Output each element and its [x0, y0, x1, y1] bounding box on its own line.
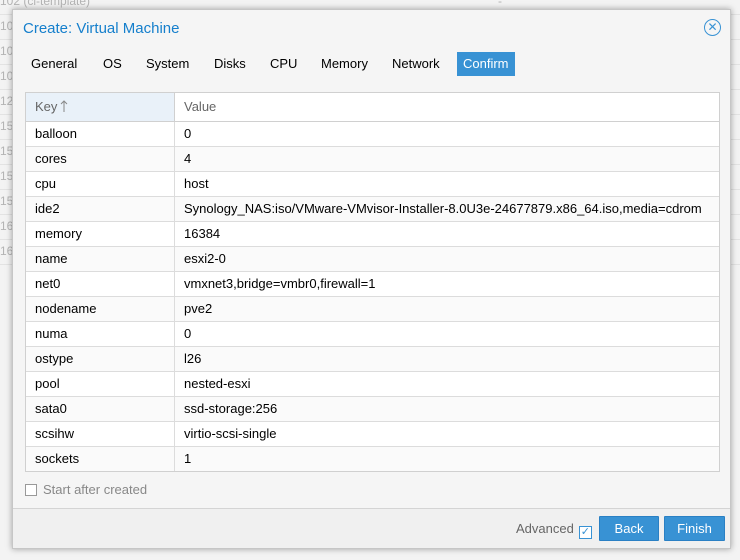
table-row[interactable]: ostype l26 [26, 347, 719, 372]
table-row[interactable]: sockets 1 [26, 447, 719, 471]
summary-grid: Key Value balloon 0 cores 4 cpu host ide2 Synol… [25, 92, 720, 472]
row-key: net0 [26, 272, 175, 296]
background-row-label: 102 (ci-template) [0, 0, 91, 8]
tab-cpu[interactable]: CPU [264, 52, 303, 76]
row-key: sata0 [26, 397, 175, 421]
row-key: memory [26, 222, 175, 246]
tab-disks[interactable]: Disks [208, 52, 252, 76]
advanced-label: Advanced [516, 521, 574, 536]
row-key: scsihw [26, 422, 175, 446]
row-value: l26 [184, 351, 202, 366]
finish-button[interactable]: Finish [664, 516, 725, 541]
table-row[interactable]: balloon 0 [26, 122, 719, 147]
column-header-key-label: Key [35, 99, 58, 114]
row-value: 16384 [184, 226, 221, 241]
row-key: name [26, 247, 175, 271]
row-value: vmxnet3,bridge=vmbr0,firewall=1 [184, 276, 376, 291]
row-key: ide2 [26, 197, 175, 221]
table-row[interactable]: pool nested-esxi [26, 372, 719, 397]
row-key: numa [26, 322, 175, 346]
table-row[interactable]: net0 vmxnet3,bridge=vmbr0,firewall=1 [26, 272, 719, 297]
row-value: esxi2-0 [184, 251, 226, 266]
dialog-footer: Advanced ✓ Back Finish [13, 508, 730, 548]
tab-os[interactable]: OS [97, 52, 128, 76]
row-key: ostype [26, 347, 175, 371]
tab-general[interactable]: General [25, 52, 83, 76]
checkbox-box[interactable] [25, 484, 37, 496]
table-row[interactable]: numa 0 [26, 322, 719, 347]
table-row[interactable]: sata0 ssd-storage:256 [26, 397, 719, 422]
table-row[interactable]: ide2 Synology_NAS:iso/VMware-VMvisor-Inst… [26, 197, 719, 222]
row-key: balloon [26, 122, 175, 146]
grid-rows: balloon 0 cores 4 cpu host ide2 Synology_NAS:is… [26, 122, 719, 471]
column-header-key[interactable]: Key [26, 93, 175, 121]
create-vm-dialog: Create: Virtual Machine ✕ General OS Syste… [12, 9, 731, 549]
row-value: pve2 [184, 301, 213, 316]
table-row[interactable]: memory 16384 [26, 222, 719, 247]
start-after-created-checkbox[interactable]: Start after created [25, 482, 147, 500]
tab-network[interactable]: Network [386, 52, 446, 76]
row-key: pool [26, 372, 175, 396]
row-value: ssd-storage:256 [184, 401, 278, 416]
row-key: nodename [26, 297, 175, 321]
row-value: Synology_NAS:iso/VMware-VMvisor-Installe… [184, 201, 702, 216]
arrow-up-icon [61, 100, 68, 112]
grid-header: Key Value [26, 93, 719, 122]
advanced-toggle[interactable]: Advanced ✓ [516, 521, 592, 539]
column-header-value[interactable]: Value [175, 93, 719, 121]
table-row[interactable]: scsihw virtio-scsi-single [26, 422, 719, 447]
grid-divider [719, 93, 720, 472]
table-row[interactable]: cpu host [26, 172, 719, 197]
tab-memory[interactable]: Memory [315, 52, 374, 76]
back-button[interactable]: Back [599, 516, 659, 541]
checkmark-icon[interactable]: ✓ [578, 526, 592, 539]
row-value: 1 [184, 451, 192, 466]
row-value: host [184, 176, 209, 191]
start-after-created-label: Start after created [43, 482, 148, 497]
table-row[interactable]: cores 4 [26, 147, 719, 172]
row-key: cores [26, 147, 175, 171]
row-key: sockets [26, 447, 175, 471]
row-value: 4 [184, 151, 192, 166]
close-icon[interactable]: ✕ [704, 19, 721, 36]
table-row[interactable]: name esxi2-0 [26, 247, 719, 272]
column-header-value-label: Value [184, 99, 217, 114]
tab-confirm[interactable]: Confirm [457, 52, 515, 76]
tab-system[interactable]: System [140, 52, 195, 76]
row-key: cpu [26, 172, 175, 196]
tab-bar: General OS System Disks CPU Memory Network Conf… [13, 50, 730, 78]
row-value: 0 [184, 126, 192, 141]
dialog-titlebar: Create: Virtual Machine ✕ [13, 10, 730, 48]
row-value: nested-esxi [184, 376, 251, 391]
background-row-value: - [498, 0, 502, 8]
row-value: virtio-scsi-single [184, 426, 277, 441]
table-row[interactable]: nodename pve2 [26, 297, 719, 322]
dialog-title: Create: Virtual Machine [23, 20, 180, 37]
row-value: 0 [184, 326, 192, 341]
